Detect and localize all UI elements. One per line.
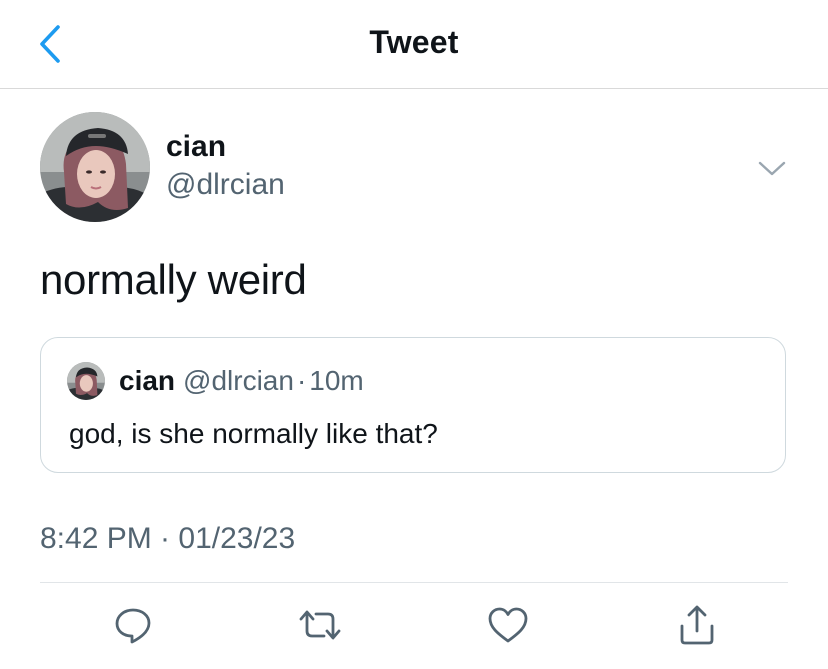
quoted-tweet[interactable]: cian @dlrcian · 10m god, is she normally li… [40,337,786,473]
avatar-image [40,112,150,222]
retweet-icon [299,610,341,640]
quoted-avatar [67,362,105,400]
chevron-down-icon [758,161,786,176]
quoted-text: god, is she normally like that? [69,418,438,449]
divider [40,582,788,583]
top-bar: Tweet [0,0,828,89]
quoted-avatar-image [67,362,105,400]
quoted-header: cian @dlrcian · 10m [119,365,364,397]
quoted-author-handle: @dlrcian [183,365,294,396]
page-title: Tweet [369,24,459,60]
tweet-menu-button[interactable] [750,152,794,186]
like-button[interactable] [483,600,533,650]
tweet-text: normally weird [40,256,307,303]
share-button[interactable] [672,600,722,650]
reply-icon [115,608,151,644]
tweet-author: cian @dlrcian [40,110,790,225]
author-handle[interactable]: @dlrcian [166,168,285,202]
quoted-time: 10m [309,365,364,396]
quoted-author-name: cian [119,365,176,396]
tweet-timestamp: 8:42 PM · 01/23/23 [40,522,296,555]
author-name[interactable]: cian [166,130,226,164]
avatar[interactable] [40,112,150,222]
share-icon [680,605,714,645]
like-icon [488,607,528,643]
reply-button[interactable] [108,600,158,650]
action-bar [0,600,828,654]
retweet-button[interactable] [295,600,345,650]
quoted-separator: · [296,365,307,396]
